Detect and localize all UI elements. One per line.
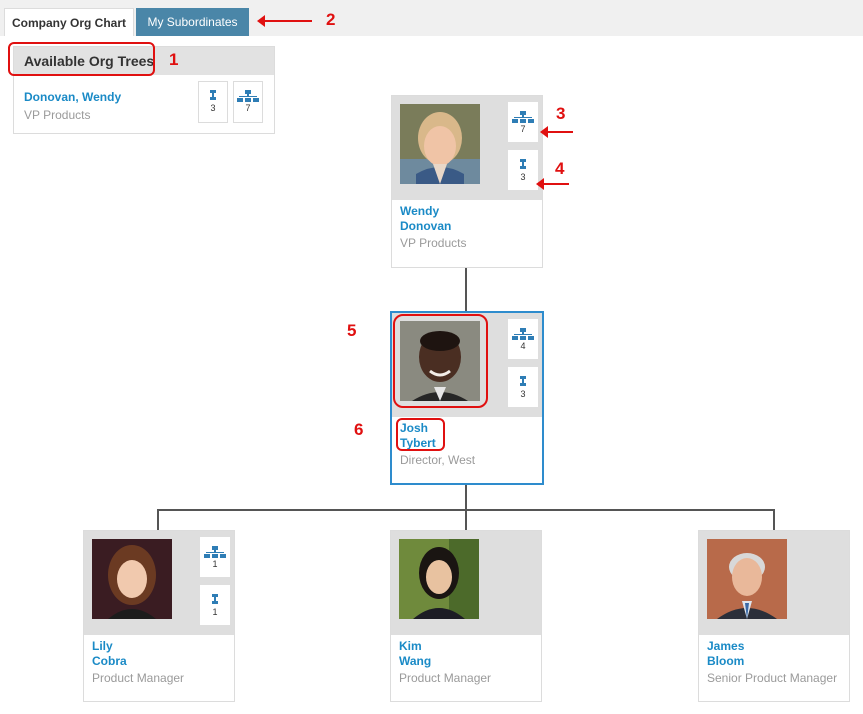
child-tree-count: 1: [212, 559, 218, 569]
available-direct-count: 3: [210, 103, 216, 113]
tree-icon: [512, 328, 534, 340]
person-icon: [208, 90, 218, 102]
annotation-box-6: [396, 418, 445, 451]
tab-my-subordinates[interactable]: My Subordinates: [136, 8, 249, 36]
annotation-arrow-3: [540, 126, 573, 138]
connector-line: [157, 509, 159, 531]
root-tree-button[interactable]: 7: [508, 102, 538, 142]
annotation-number-4: 4: [555, 159, 565, 178]
available-direct-reports-button[interactable]: 3: [198, 81, 228, 123]
person-icon: [210, 594, 220, 606]
card-header: 1 1: [84, 531, 234, 635]
annotation-arrow-2: [257, 15, 312, 27]
org-card-child[interactable]: 1 1 Lily Cobra Product Manager: [83, 530, 235, 702]
child-last-name[interactable]: Wang: [399, 654, 431, 669]
connector-line: [465, 484, 467, 510]
avatar: [92, 539, 172, 619]
child-first-name[interactable]: Kim: [399, 639, 422, 654]
child-last-name[interactable]: Bloom: [707, 654, 744, 669]
child-first-name[interactable]: James: [707, 639, 744, 654]
root-first-name[interactable]: Wendy: [400, 204, 439, 219]
annotation-number-5: 5: [347, 321, 357, 340]
org-card-root[interactable]: 7 3 Wendy Donovan VP Products: [391, 95, 543, 268]
selected-job-title: Director, West: [400, 453, 476, 467]
annotation-number-1: 1: [169, 50, 179, 69]
connector-line: [773, 509, 775, 531]
selected-direct-reports-button[interactable]: 3: [508, 367, 538, 407]
card-header: [391, 531, 541, 635]
tab-bar: Company Org Chart My Subordinates: [0, 0, 863, 36]
available-tree-name-link[interactable]: Donovan, Wendy: [24, 90, 121, 104]
available-tree-count: 7: [245, 103, 251, 113]
person-icon: [518, 159, 528, 171]
tree-icon: [512, 111, 534, 123]
root-direct-count: 3: [520, 172, 526, 182]
selected-tree-count: 4: [520, 341, 526, 351]
tree-icon: [237, 90, 259, 102]
child-tree-button[interactable]: 1: [200, 537, 230, 577]
connector-line: [465, 268, 467, 312]
child-direct-reports-button[interactable]: 1: [200, 585, 230, 625]
child-job-title: Product Manager: [92, 671, 185, 685]
selected-direct-count: 3: [520, 389, 526, 399]
org-card-child[interactable]: James Bloom Senior Product Manager: [698, 530, 850, 702]
card-header: 7 3: [392, 96, 542, 200]
root-last-name[interactable]: Donovan: [400, 219, 451, 234]
available-tree-title: VP Products: [24, 108, 91, 122]
root-direct-reports-button[interactable]: 3: [508, 150, 538, 190]
tab-company-org-chart[interactable]: Company Org Chart: [4, 8, 134, 36]
org-chart-page: Company Org Chart My Subordinates Availa…: [0, 0, 863, 714]
org-card-child[interactable]: Kim Wang Product Manager: [390, 530, 542, 702]
tree-icon: [204, 546, 226, 558]
card-header: [699, 531, 849, 635]
person-icon: [518, 376, 528, 388]
annotation-box-1: [8, 42, 155, 76]
root-job-title: VP Products: [400, 236, 467, 250]
annotation-number-3: 3: [556, 104, 566, 123]
annotation-number-6: 6: [354, 420, 364, 439]
child-job-title: Product Manager: [399, 671, 492, 685]
selected-tree-button[interactable]: 4: [508, 319, 538, 359]
annotation-number-2: 2: [326, 10, 336, 29]
child-job-title: Senior Product Manager: [707, 671, 838, 685]
avatar: [707, 539, 787, 619]
root-tree-count: 7: [520, 124, 526, 134]
avatar: [399, 539, 479, 619]
available-tree-button[interactable]: 7: [233, 81, 263, 123]
child-last-name[interactable]: Cobra: [92, 654, 127, 669]
annotation-box-5: [393, 314, 488, 408]
child-first-name[interactable]: Lily: [92, 639, 113, 654]
annotation-arrow-4: [536, 178, 569, 190]
avatar: [400, 104, 480, 184]
connector-line: [465, 509, 467, 531]
child-direct-count: 1: [212, 607, 218, 617]
